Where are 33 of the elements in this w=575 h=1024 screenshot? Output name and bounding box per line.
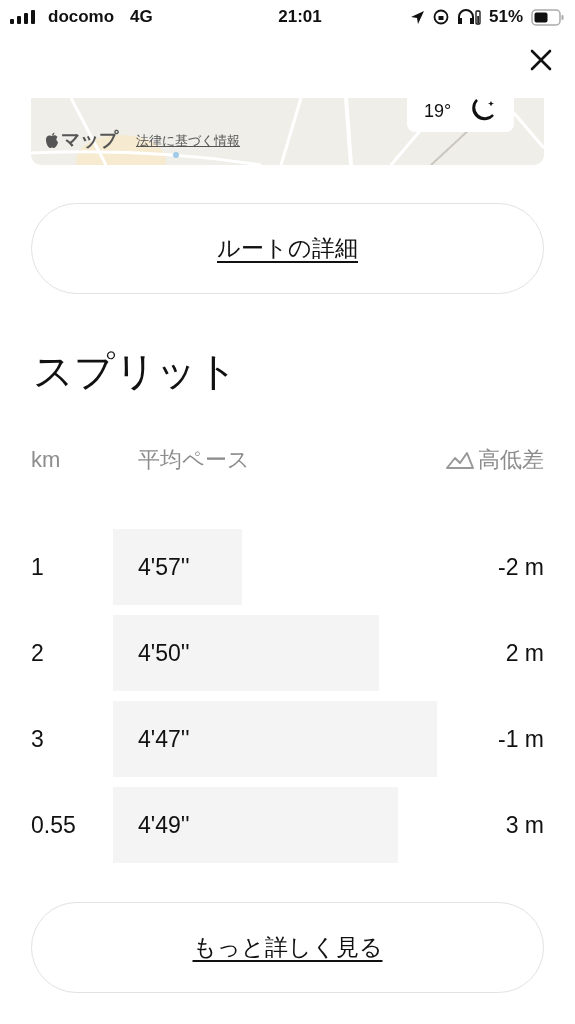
signal-icon	[10, 10, 36, 24]
apple-logo-icon	[45, 131, 59, 149]
column-header: 高低差	[478, 446, 544, 474]
split-km: 2	[31, 638, 45, 668]
column-header: km	[31, 446, 62, 474]
route-details-button[interactable]: ルートの詳細	[31, 203, 544, 294]
pace-value: 4'57''	[138, 552, 190, 582]
carrier-name: docomo	[48, 6, 115, 29]
more-details-button[interactable]: もっと詳しく見る	[31, 902, 544, 993]
column-header: 平均ペース	[138, 446, 251, 474]
mountain-icon	[446, 450, 474, 469]
location-arrow-icon	[409, 9, 425, 25]
close-icon[interactable]	[529, 48, 553, 72]
split-km: 0.55	[31, 810, 77, 840]
map-brand-label: マップ	[61, 128, 118, 152]
elevation-value: 2 m	[504, 638, 544, 668]
elevation-value: -2 m	[497, 552, 544, 582]
rotation-lock-icon	[432, 9, 449, 25]
pace-value: 4'49''	[138, 810, 190, 840]
clock-time: 21:01	[278, 7, 322, 27]
section-title: スプリット	[33, 348, 239, 395]
split-km: 3	[31, 724, 45, 754]
battery-percent: 51%	[488, 6, 523, 29]
elevation-value: 3 m	[504, 810, 544, 840]
split-km: 1	[31, 552, 45, 582]
temperature-label: 19°	[423, 99, 452, 123]
pace-value: 4'47''	[138, 724, 190, 754]
network-type: 4G	[130, 6, 153, 29]
elevation-value: -1 m	[497, 724, 544, 754]
headphones-icon	[456, 9, 481, 25]
pace-value: 4'50''	[138, 638, 190, 668]
legal-link[interactable]: 法律に基づく情報	[136, 130, 240, 150]
battery-icon	[531, 8, 565, 26]
